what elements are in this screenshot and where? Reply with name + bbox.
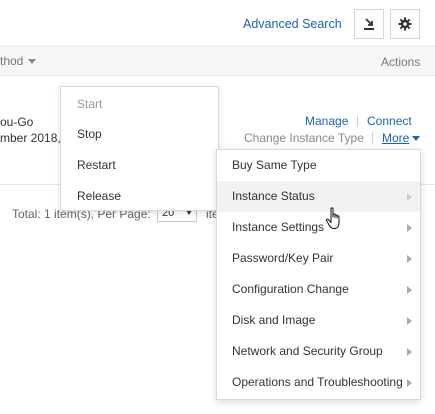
chevron-right-icon (407, 255, 412, 263)
menu-item-password-key-pair[interactable]: Password/Key Pair (217, 243, 420, 274)
column-header-label: thod (0, 54, 24, 68)
menu-item-label: Configuration Change (232, 282, 349, 296)
menu-item-disk-and-image[interactable]: Disk and Image (217, 305, 420, 336)
menu-item-label: Operations and Troubleshooting (232, 375, 403, 389)
connect-link[interactable]: Connect (367, 114, 412, 128)
column-header-actions: Actions (381, 55, 421, 69)
menu-item-instance-status[interactable]: Instance Status (217, 181, 420, 212)
gear-icon (398, 17, 412, 31)
menu-item-label: Instance Status (232, 189, 315, 203)
settings-button[interactable] (390, 9, 420, 39)
export-icon (364, 18, 374, 30)
menu-item-buy-same-type[interactable]: Buy Same Type (217, 150, 420, 181)
chevron-right-icon (407, 379, 412, 387)
chevron-right-icon (407, 286, 412, 294)
more-dropdown-link[interactable]: More (382, 131, 421, 145)
menu-item-label: Disk and Image (232, 313, 316, 327)
chevron-down-icon (412, 136, 421, 142)
chevron-down-icon (28, 59, 37, 65)
menu-item-stop[interactable]: Stop (77, 127, 102, 141)
menu-item-network-and-security-group[interactable]: Network and Security Group (217, 336, 420, 367)
advanced-search-link[interactable]: Advanced Search (243, 17, 342, 31)
chevron-right-icon (407, 193, 412, 201)
instance-power-menu: Start Stop Restart Release (60, 86, 219, 211)
menu-item-label: Buy Same Type (232, 158, 317, 172)
menu-item-label: Network and Security Group (232, 344, 383, 358)
column-header-billing-method[interactable]: thod (0, 54, 37, 68)
menu-item-label: Password/Key Pair (232, 251, 334, 265)
menu-item-start: Start (77, 97, 103, 111)
hand-pointer-cursor-icon (325, 207, 345, 234)
chevron-right-icon (407, 224, 412, 232)
more-label: More (382, 131, 410, 145)
change-instance-type-link[interactable]: Change Instance Type (244, 131, 364, 145)
action-divider: | (371, 130, 375, 144)
export-button[interactable] (354, 9, 384, 39)
menu-item-configuration-change[interactable]: Configuration Change (217, 274, 420, 305)
menu-item-instance-settings[interactable]: Instance Settings (217, 212, 420, 243)
menu-item-operations-and-troubleshooting[interactable]: Operations and Troubleshooting (217, 367, 420, 398)
more-actions-menu: Buy Same Type Instance Status Instance S… (216, 149, 421, 400)
billing-method-cell: ou-Go (0, 115, 34, 129)
menu-item-restart[interactable]: Restart (77, 158, 116, 172)
chevron-right-icon (407, 348, 412, 356)
manage-link[interactable]: Manage (305, 114, 348, 128)
action-divider: | (356, 113, 360, 127)
menu-item-release[interactable]: Release (77, 189, 121, 203)
menu-item-label: Instance Settings (232, 220, 325, 234)
table-header (0, 46, 435, 76)
chevron-right-icon (407, 317, 412, 325)
